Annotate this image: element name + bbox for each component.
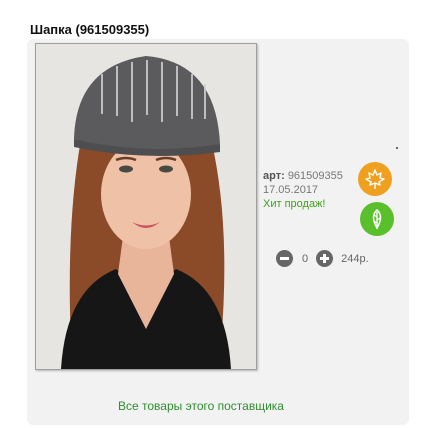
price: 244р. [341, 252, 369, 265]
leaf-icon[interactable] [360, 202, 394, 236]
product-info: арт: 961509355 17.05.2017 Хит продаж! [263, 169, 343, 211]
plus-icon[interactable] [316, 250, 334, 267]
maple-leaf-icon[interactable] [358, 162, 392, 196]
product-photo[interactable] [35, 43, 257, 370]
decorative-dot [396, 147, 398, 149]
minus-icon[interactable] [276, 250, 293, 267]
article-line: арт: 961509355 [263, 169, 343, 183]
article-value: 961509355 [287, 170, 343, 182]
supplier-products-link[interactable]: Все товары этого поставщика [118, 399, 284, 413]
quantity-stepper: 0 244р. [276, 250, 369, 267]
article-label: арт: [263, 170, 285, 182]
product-title: Шапка (961509355) [30, 22, 150, 37]
product-date: 17.05.2017 [263, 184, 319, 196]
bestseller-badge: Хит продаж! [263, 198, 326, 210]
quantity-value: 0 [302, 252, 309, 265]
